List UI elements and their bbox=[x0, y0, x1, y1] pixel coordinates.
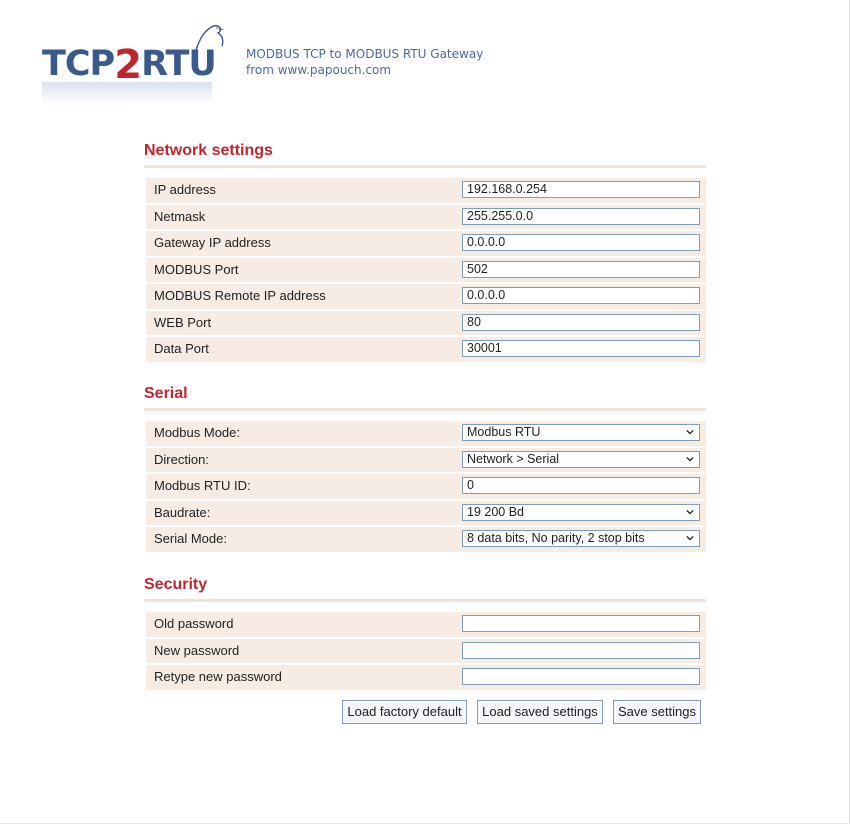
section-divider bbox=[144, 408, 706, 411]
retype-password-input[interactable] bbox=[462, 668, 700, 685]
setting-row-gateway: Gateway IP address 0.0.0.0 bbox=[146, 231, 706, 256]
gateway-ip-input[interactable]: 0.0.0.0 bbox=[462, 234, 700, 251]
field-label: Modbus Mode: bbox=[154, 425, 240, 440]
field-label: Netmask bbox=[154, 208, 206, 224]
direction-select[interactable]: Network > Serial bbox=[462, 450, 700, 468]
security-title: Security bbox=[144, 576, 208, 593]
select-value: 19 200 Bd bbox=[467, 504, 524, 519]
field-label: IP address bbox=[154, 182, 216, 197]
data-port-input[interactable]: 30001 bbox=[462, 340, 700, 357]
field-label: Baudrate: bbox=[154, 504, 211, 520]
setting-row-baudrate: Baudrate: 19 200 Bd bbox=[146, 500, 706, 525]
network-settings-title: Network settings bbox=[144, 142, 273, 159]
field-label: Retype new password bbox=[154, 669, 282, 684]
security-table: Old password New password Retype new pas… bbox=[146, 612, 706, 692]
field-label: Data Port bbox=[154, 341, 209, 356]
field-label: MODBUS Port bbox=[154, 261, 239, 277]
field-label: Direction: bbox=[154, 451, 209, 467]
modbus-rtu-id-input[interactable]: 0 bbox=[462, 477, 700, 494]
modbus-mode-select[interactable]: Modbus RTU bbox=[462, 424, 700, 441]
network-settings-table: IP address 192.168.0.254 Netmask 255.255… bbox=[146, 178, 706, 364]
logo-wordmark: TCP2RTU bbox=[42, 42, 217, 88]
tagline: MODBUS TCP to MODBUS RTU Gateway from ww… bbox=[246, 46, 483, 78]
chevron-down-icon bbox=[686, 509, 694, 515]
setting-row-data-port: Data Port 30001 bbox=[146, 337, 706, 362]
select-value: Network > Serial bbox=[467, 451, 560, 466]
section-divider bbox=[144, 599, 706, 602]
select-value: 8 data bits, No parity, 2 stop bits bbox=[467, 531, 645, 545]
load-saved-settings-button[interactable]: Load saved settings bbox=[477, 700, 603, 724]
ip-address-input[interactable]: 192.168.0.254 bbox=[462, 181, 700, 198]
select-value: Modbus RTU bbox=[467, 425, 541, 439]
setting-row-new-password: New password bbox=[146, 638, 706, 663]
tagline-line-2: from www.papouch.com bbox=[246, 63, 392, 77]
setting-row-web-port: WEB Port 80 bbox=[146, 310, 706, 335]
setting-row-serial-mode: Serial Mode: 8 data bits, No parity, 2 s… bbox=[146, 527, 706, 552]
chevron-down-icon bbox=[686, 535, 694, 541]
setting-row-modbus-remote-ip: MODBUS Remote IP address 0.0.0.0 bbox=[146, 284, 706, 309]
section-divider bbox=[144, 165, 706, 168]
modbus-port-input[interactable]: 502 bbox=[462, 260, 700, 278]
setting-row-modbus-port: MODBUS Port 502 bbox=[146, 257, 706, 282]
field-label: Gateway IP address bbox=[154, 235, 271, 250]
setting-row-ip-address: IP address 192.168.0.254 bbox=[146, 178, 706, 203]
setting-row-retype-password: Retype new password bbox=[146, 665, 706, 690]
setting-row-netmask: Netmask 255.255.0.0 bbox=[146, 204, 706, 229]
field-label: Old password bbox=[154, 616, 234, 631]
field-label: MODBUS Remote IP address bbox=[154, 288, 326, 303]
field-label: New password bbox=[154, 642, 240, 658]
setting-row-old-password: Old password bbox=[146, 612, 706, 637]
old-password-input[interactable] bbox=[462, 615, 700, 632]
tagline-line-1: MODBUS TCP to MODBUS RTU Gateway bbox=[246, 47, 484, 61]
setting-row-direction: Direction: Network > Serial bbox=[146, 447, 706, 472]
baudrate-select[interactable]: 19 200 Bd bbox=[462, 503, 700, 521]
field-label: WEB Port bbox=[154, 314, 212, 330]
serial-mode-select[interactable]: 8 data bits, No parity, 2 stop bits bbox=[462, 530, 700, 547]
load-factory-default-button[interactable]: Load factory default bbox=[342, 700, 467, 724]
save-settings-button[interactable]: Save settings bbox=[613, 700, 701, 724]
web-port-input[interactable]: 80 bbox=[462, 313, 700, 331]
setting-row-modbus-mode: Modbus Mode: Modbus RTU bbox=[146, 421, 706, 446]
serial-title: Serial bbox=[144, 385, 188, 402]
serial-settings-table: Modbus Mode: Modbus RTU Direction: Netwo… bbox=[146, 421, 706, 554]
modbus-remote-ip-input[interactable]: 0.0.0.0 bbox=[462, 287, 700, 304]
field-label: Modbus RTU ID: bbox=[154, 478, 251, 493]
logo-reflection bbox=[42, 82, 212, 104]
setting-row-modbus-rtu-id: Modbus RTU ID: 0 bbox=[146, 474, 706, 499]
field-label: Serial Mode: bbox=[154, 531, 227, 546]
chevron-down-icon bbox=[686, 429, 694, 435]
new-password-input[interactable] bbox=[462, 641, 700, 659]
netmask-input[interactable]: 255.255.0.0 bbox=[462, 207, 700, 225]
chevron-down-icon bbox=[686, 456, 694, 462]
logo: TCP2RTU bbox=[42, 22, 224, 104]
